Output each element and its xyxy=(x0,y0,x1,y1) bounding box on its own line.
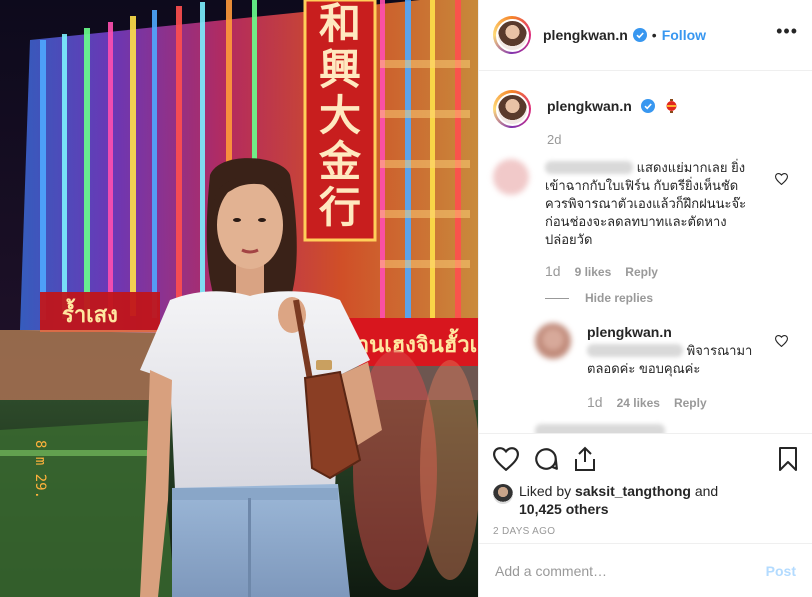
post-details-panel: plengkwan.n • Follow ••• plengkwan.n 2d … xyxy=(478,0,812,597)
commenter-avatar[interactable] xyxy=(493,159,529,195)
reply-username[interactable]: plengkwan.n xyxy=(587,324,672,340)
reply-button[interactable]: Reply xyxy=(674,396,707,410)
like-heart-icon[interactable] xyxy=(493,447,519,471)
verified-badge-icon xyxy=(632,28,647,42)
comment-reply: plengkwan.n พิจารณามาตลอดค่ะ ขอบคุณค่ะ 1… xyxy=(479,305,812,410)
hide-replies-toggle[interactable]: Hide replies xyxy=(545,291,812,305)
like-comment-heart-icon[interactable] xyxy=(775,173,788,185)
liked-by: Liked by saksit_tangthong and 10,425 oth… xyxy=(493,482,798,518)
bookmark-icon[interactable] xyxy=(778,447,798,471)
post-comment-button[interactable]: Post xyxy=(766,563,796,579)
comment-bubble-icon[interactable] xyxy=(533,446,559,472)
instagram-post-modal: 和 興 大 金 行 ร้านเฮงจินฮั้วเฮง ร้ำเสง 8 m 2… xyxy=(0,0,812,597)
blurred-comment-preview xyxy=(535,424,665,433)
caption-timestamp: 2d xyxy=(547,132,562,147)
photo-illustration: 和 興 大 金 行 ร้านเฮงจินฮั้วเฮง ร้ำเสง 8 m 2… xyxy=(0,0,478,597)
liker-username[interactable]: saksit_tangthong xyxy=(575,483,691,499)
separator-dot: • xyxy=(651,27,657,43)
reply-button[interactable]: Reply xyxy=(625,265,658,279)
hide-replies-label: Hide replies xyxy=(585,291,654,305)
sign-char: 大 xyxy=(319,91,361,140)
verified-badge-icon xyxy=(641,99,656,113)
sign-char: 興 xyxy=(319,45,361,94)
comments-section[interactable]: plengkwan.n 2d แสดงแย่มากเลย ยิ่งเข้าฉาก… xyxy=(479,71,812,433)
author-avatar[interactable] xyxy=(493,16,531,54)
add-comment-input[interactable] xyxy=(495,562,735,579)
post-photo[interactable]: 和 興 大 金 行 ร้านเฮงจินฮั้วเฮง ร้ำเสง 8 m 2… xyxy=(0,0,478,597)
comment-time: 1d xyxy=(545,263,561,279)
like-comment-heart-icon[interactable] xyxy=(775,335,788,347)
reply-likes[interactable]: 24 likes xyxy=(617,396,660,410)
mentioned-user-blurred[interactable] xyxy=(587,344,683,357)
date-stamp: 8 m 29. xyxy=(32,440,48,499)
caption-author-avatar[interactable] xyxy=(493,90,531,128)
commenter-username-blurred[interactable] xyxy=(545,161,633,174)
reply-time: 1d xyxy=(587,394,603,410)
lantern-emoji-icon xyxy=(666,99,677,113)
liker-avatar[interactable] xyxy=(493,484,513,504)
comment-item-partial xyxy=(535,424,812,433)
liked-by-and: and xyxy=(694,483,719,499)
hide-replies-divider xyxy=(545,297,569,299)
sign-char: 行 xyxy=(319,183,361,232)
post-caption: plengkwan.n 2d xyxy=(479,71,812,147)
add-comment-bar: Post xyxy=(479,543,812,597)
follow-button[interactable]: Follow xyxy=(662,27,706,43)
reply-author-avatar[interactable] xyxy=(535,323,571,359)
likes-count[interactable]: 10,425 others xyxy=(519,501,609,517)
comment-item: แสดงแย่มากเลย ยิ่งเข้าฉากกับใบเฟิร์น กับ… xyxy=(479,147,812,279)
comment-likes[interactable]: 9 likes xyxy=(575,265,612,279)
post-header: plengkwan.n • Follow ••• xyxy=(479,0,812,71)
share-icon[interactable] xyxy=(573,446,597,472)
author-username[interactable]: plengkwan.n xyxy=(543,27,628,43)
sign-char: 金 xyxy=(318,137,362,186)
liked-by-prefix: Liked by xyxy=(519,483,572,499)
sign-char: 和 xyxy=(319,0,361,48)
post-timestamp: 2 DAYS AGO xyxy=(493,526,556,537)
caption-username[interactable]: plengkwan.n xyxy=(547,98,632,114)
post-actions: Liked by saksit_tangthong and 10,425 oth… xyxy=(479,433,812,543)
more-options-icon[interactable]: ••• xyxy=(776,22,798,40)
left-sign-text: ร้ำเสง xyxy=(62,298,118,328)
